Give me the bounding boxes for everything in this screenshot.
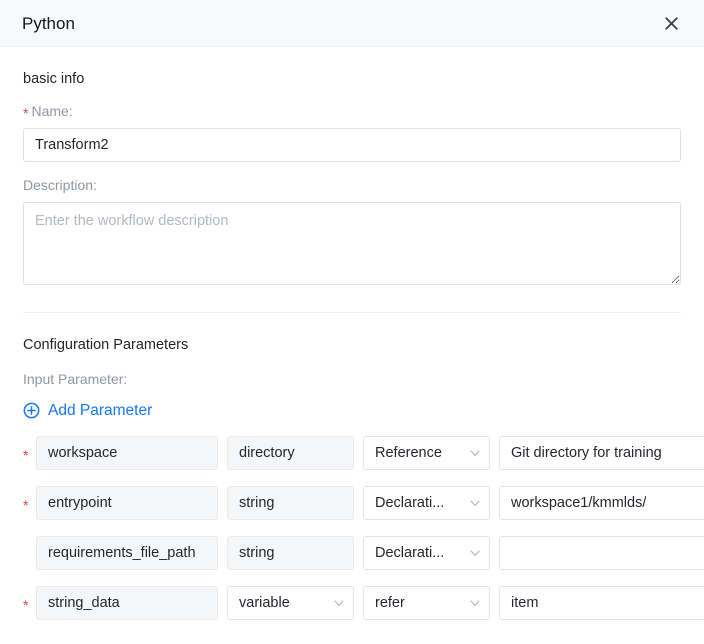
configuration-parameters-section: Configuration Parameters Input Parameter… — [0, 313, 704, 620]
parameter-mode-select[interactable]: Declarati... — [363, 486, 490, 520]
name-field-group: *Name: — [23, 103, 681, 162]
name-label-text: Name: — [31, 103, 72, 119]
parameter-name-text: workspace — [48, 445, 117, 461]
basic-info-section: basic info *Name: Description: — [0, 47, 704, 313]
parameter-name-input[interactable]: workspace — [36, 436, 218, 470]
name-label: *Name: — [23, 103, 681, 120]
parameter-name-input[interactable]: requirements_file_path — [36, 536, 218, 570]
parameter-row: * entrypoint string Declarati... workspace1/… — [23, 486, 681, 520]
dialog-body: basic info *Name: Description: Configura… — [0, 47, 704, 620]
configuration-parameters-title: Configuration Parameters — [23, 313, 681, 354]
parameter-value-text: workspace1/kmmlds/ — [511, 495, 646, 511]
parameter-name-input[interactable]: entrypoint — [36, 486, 218, 520]
description-field-group: Description: — [23, 177, 681, 290]
parameter-type-text: variable — [239, 595, 290, 611]
page-title: Python — [22, 15, 658, 32]
parameter-type-text: string — [239, 545, 274, 561]
parameter-type-input[interactable]: directory — [227, 436, 354, 470]
python-node-config-dialog: Python basic info *Name: Description: — [0, 0, 704, 644]
plus-circle-icon — [23, 402, 40, 419]
parameter-value-input[interactable]: workspace1/kmmlds/ — [499, 486, 704, 520]
add-parameter-label: Add Parameter — [48, 403, 152, 419]
parameter-mode-text: Reference — [375, 445, 442, 461]
parameter-value-text: item — [511, 595, 538, 611]
dialog-header: Python — [0, 0, 704, 47]
parameter-value-input[interactable]: item — [499, 586, 704, 620]
parameter-type-text: string — [239, 495, 274, 511]
description-textarea[interactable] — [23, 202, 681, 285]
parameter-mode-select[interactable]: Reference — [363, 436, 490, 470]
required-asterisk: * — [23, 444, 36, 462]
parameter-mode-text: Declarati... — [375, 545, 444, 561]
parameter-name-text: string_data — [48, 595, 120, 611]
close-icon[interactable] — [658, 10, 684, 36]
input-parameter-label: Input Parameter: — [23, 371, 681, 388]
parameter-value-input[interactable]: Git directory for training — [499, 436, 704, 470]
required-asterisk: * — [23, 105, 28, 121]
parameter-name-text: requirements_file_path — [48, 545, 196, 561]
basic-info-title: basic info — [23, 47, 681, 88]
parameter-type-input[interactable]: string — [227, 486, 354, 520]
parameter-mode-text: refer — [375, 595, 405, 611]
parameter-row: * string_data variable refer item — [23, 586, 681, 620]
parameter-type-input[interactable]: string — [227, 536, 354, 570]
parameter-type-select[interactable]: variable — [227, 586, 354, 620]
parameter-rows: * workspace directory Reference Git director… — [23, 436, 681, 620]
parameter-row: requirements_file_path string Declarati... — [23, 536, 681, 570]
parameter-value-text: Git directory for training — [511, 445, 662, 461]
parameter-type-text: directory — [239, 445, 295, 461]
parameter-mode-select[interactable]: Declarati... — [363, 536, 490, 570]
parameter-mode-text: Declarati... — [375, 495, 444, 511]
parameter-value-input[interactable] — [499, 536, 704, 570]
description-label: Description: — [23, 177, 681, 194]
parameter-name-input[interactable]: string_data — [36, 586, 218, 620]
required-asterisk-placeholder — [23, 551, 36, 555]
required-asterisk: * — [23, 594, 36, 612]
name-input[interactable] — [23, 128, 681, 162]
parameter-name-text: entrypoint — [48, 495, 112, 511]
parameter-row: * workspace directory Reference Git director… — [23, 436, 681, 470]
required-asterisk: * — [23, 494, 36, 512]
parameter-mode-select[interactable]: refer — [363, 586, 490, 620]
add-parameter-button[interactable]: Add Parameter — [23, 402, 152, 419]
